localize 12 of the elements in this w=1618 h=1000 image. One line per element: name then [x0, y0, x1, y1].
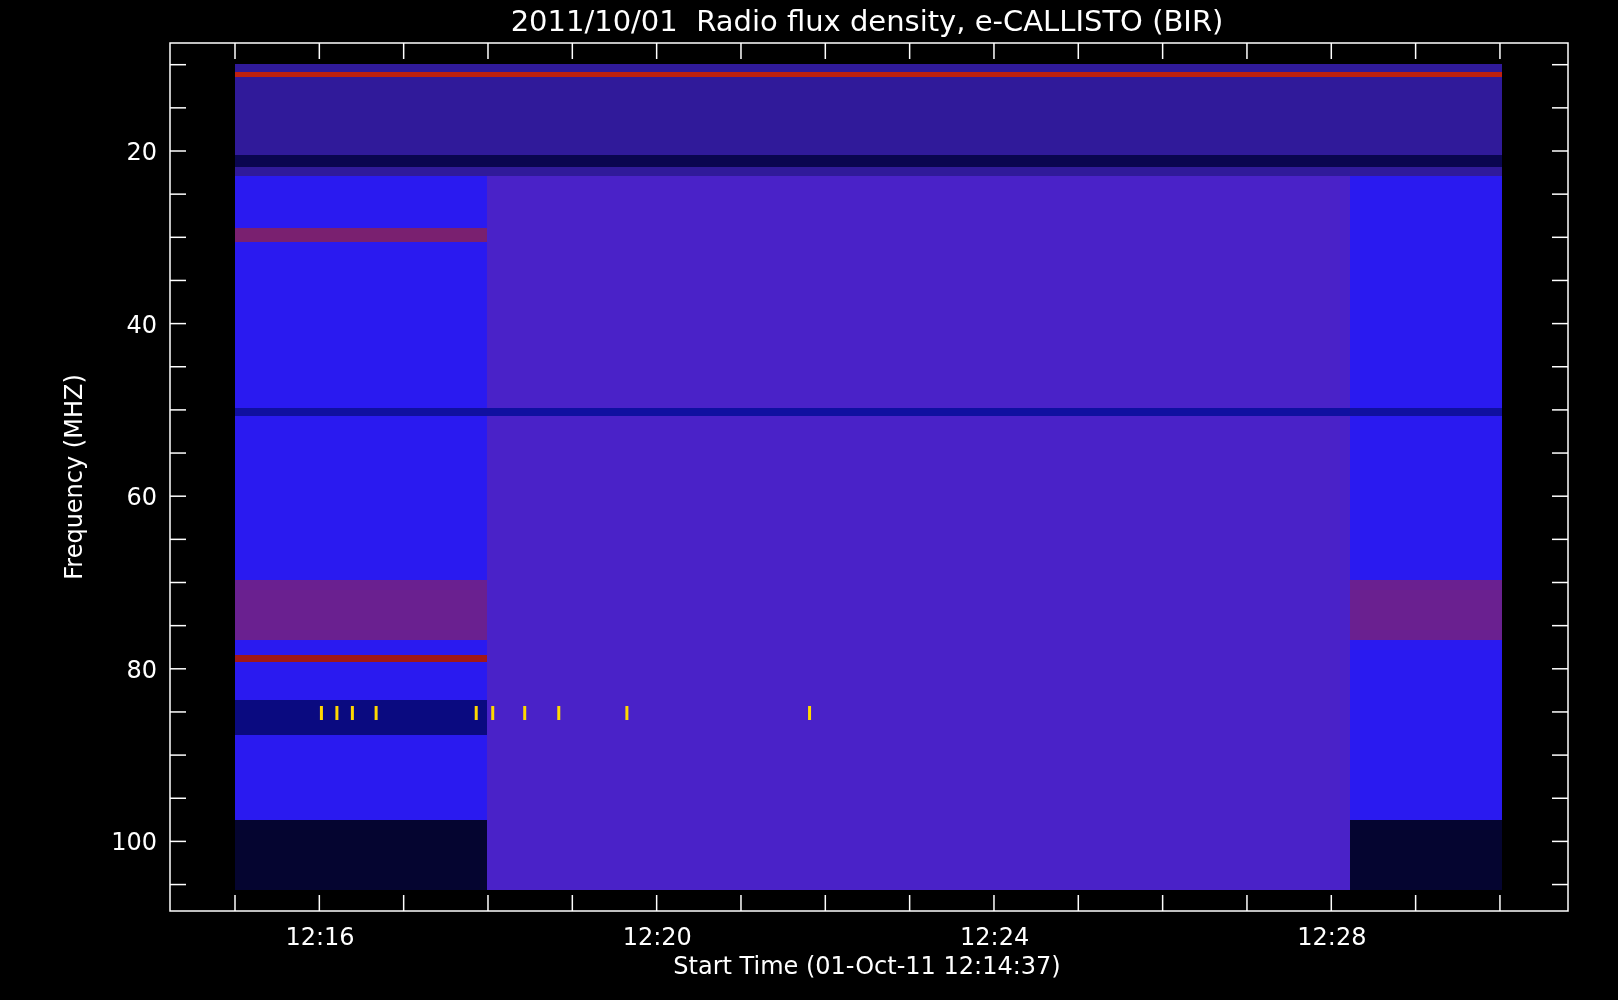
tick-label: 12:20 [622, 923, 692, 951]
tick-label: 12:24 [960, 923, 1030, 951]
axis-title: Start Time (01-Oct-11 12:14:37) [673, 952, 1061, 980]
tick-label: 12:28 [1297, 923, 1367, 951]
tick-label: 40 [126, 310, 157, 339]
tick-label: 12:16 [285, 923, 355, 951]
tick-label: 20 [126, 138, 157, 166]
tick-label: 80 [126, 655, 157, 684]
chart-title: 2011/10/01 Radio flux density, e-CALLISTO (BIR) [510, 4, 1224, 38]
axis-title: Frequency (MHZ) [60, 374, 88, 580]
tick-label: 60 [126, 483, 157, 512]
tick-label: 100 [111, 828, 157, 857]
